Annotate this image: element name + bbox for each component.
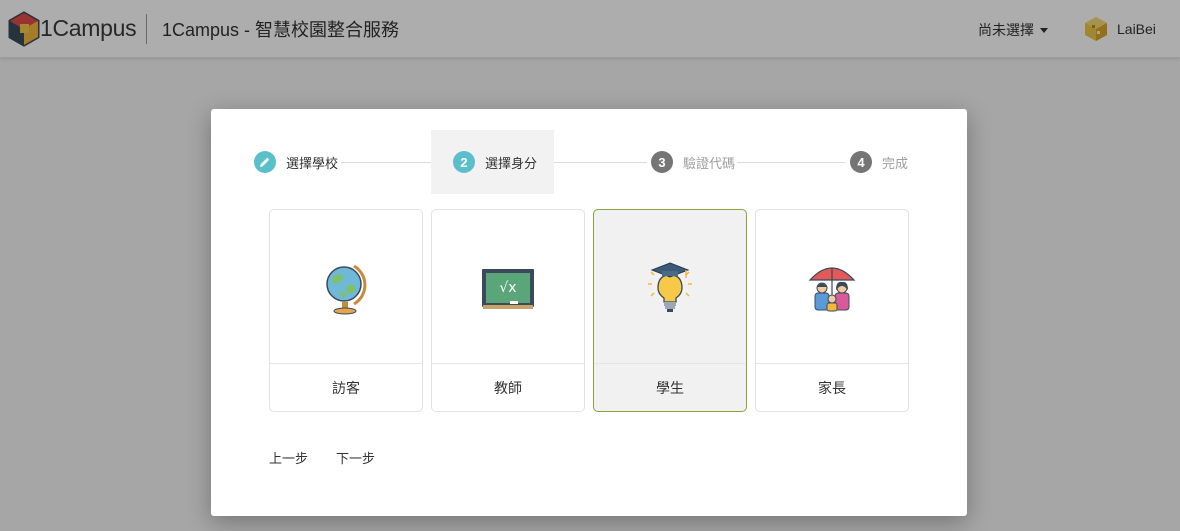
role-label: 教師 — [494, 380, 522, 396]
step-label: 完成 — [882, 155, 909, 171]
next-step-button[interactable]: 下一步 — [336, 448, 375, 467]
step-number-badge: 4 — [850, 151, 872, 173]
step-connector — [539, 162, 647, 163]
prev-step-button[interactable]: 上一步 — [269, 448, 308, 467]
pencil-icon — [260, 157, 270, 167]
select-identity-dialog: 選擇學校 2 選擇身分 3 驗證代碼 4 完成 訪客 √x 教師 學生 家長 上… — [211, 109, 967, 516]
step-complete[interactable]: 4 完成 — [850, 130, 908, 194]
family-umbrella-icon — [808, 267, 856, 312]
role-card-visitor[interactable]: 訪客 — [269, 209, 423, 412]
step-select-identity[interactable]: 2 選擇身分 — [431, 130, 554, 194]
svg-text:√x: √x — [499, 280, 516, 296]
role-card-student[interactable]: 學生 — [593, 209, 747, 412]
step-label: 驗證代碼 — [683, 155, 736, 171]
step-label: 選擇學校 — [286, 155, 339, 171]
step-number-badge: 2 — [453, 151, 475, 173]
role-card-teacher[interactable]: √x 教師 — [431, 209, 585, 412]
role-label: 學生 — [656, 380, 684, 396]
role-card-parent[interactable]: 家長 — [755, 209, 909, 412]
role-label: 訪客 — [332, 380, 360, 396]
step-done-badge — [254, 151, 276, 173]
step-verify-code[interactable]: 3 驗證代碼 — [651, 130, 735, 194]
step-number-badge: 3 — [651, 151, 673, 173]
step-select-school[interactable]: 選擇學校 — [254, 130, 338, 194]
step-label: 選擇身分 — [485, 155, 538, 171]
step-connector — [737, 162, 845, 163]
role-label: 家長 — [818, 380, 846, 396]
graduation-bulb-icon — [648, 262, 692, 312]
globe-icon — [326, 264, 367, 315]
chalkboard-icon: √x — [482, 269, 534, 309]
step-connector — [341, 162, 431, 163]
